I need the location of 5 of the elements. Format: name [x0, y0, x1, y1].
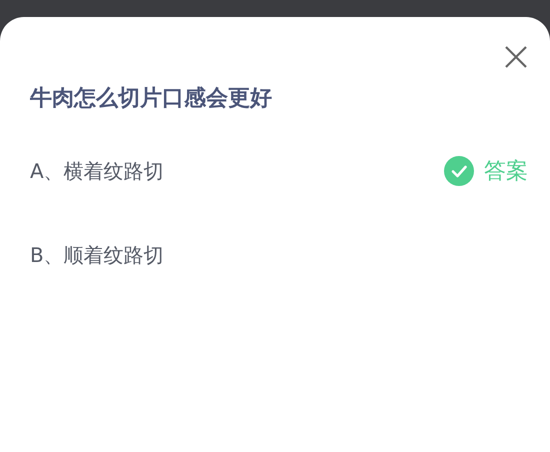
- answer-label: 答案: [484, 158, 528, 186]
- question-text: 牛肉怎么切片口感会更好: [30, 85, 273, 113]
- answer-option[interactable]: A、横着纹路切: [30, 158, 164, 184]
- answer-option[interactable]: B、顺着纹路切: [30, 242, 164, 268]
- close-icon[interactable]: [504, 45, 528, 69]
